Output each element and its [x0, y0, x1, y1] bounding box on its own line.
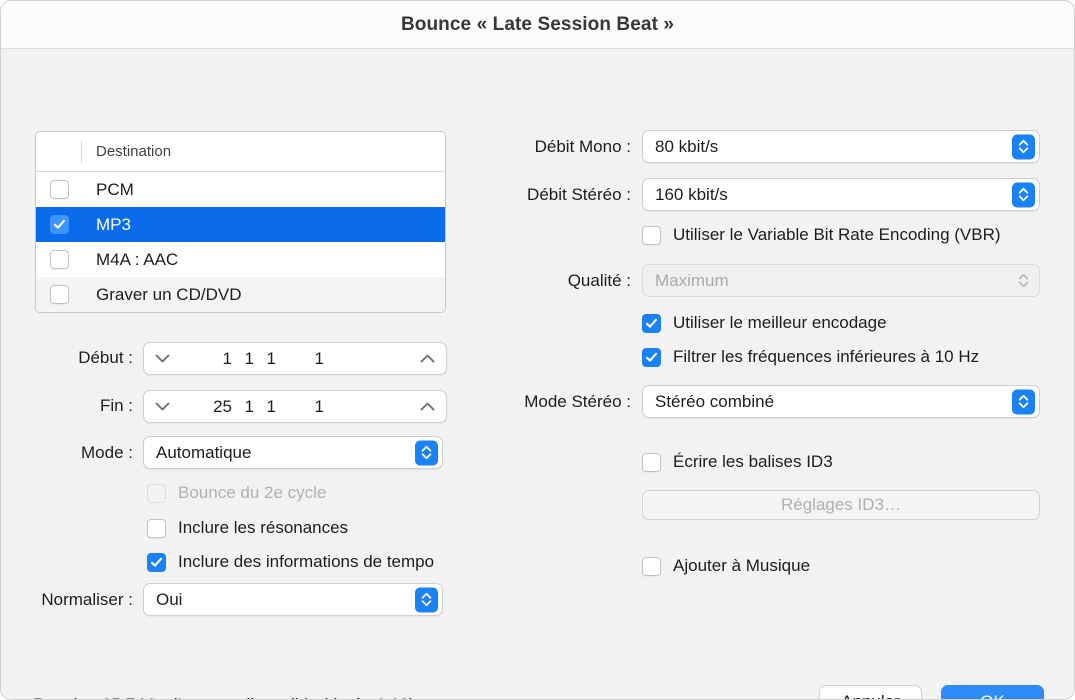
- vbr-checkbox-row[interactable]: Utiliser le Variable Bit Rate Encoding (…: [642, 225, 1001, 245]
- end-position-stepper[interactable]: 25 1 1 1: [143, 390, 447, 423]
- quality-select: Maximum: [642, 264, 1040, 297]
- destination-list[interactable]: Destination PCM MP3: [35, 131, 446, 313]
- bounce-dialog: Bounce « Late Session Beat » Destination…: [0, 0, 1075, 700]
- best-encoding-checkbox-row[interactable]: Utiliser le meilleur encodage: [642, 313, 887, 333]
- include-tails-label: Inclure les résonances: [178, 518, 348, 538]
- table-row[interactable]: Graver un CD/DVD: [36, 277, 445, 312]
- end-position-values: 25 1 1 1: [144, 397, 446, 417]
- checkmark-icon: [645, 317, 658, 330]
- chevron-down-icon[interactable]: [155, 398, 170, 416]
- chevron-updown-icon: [1012, 268, 1035, 293]
- destination-row-checkbox-cell[interactable]: [36, 285, 82, 304]
- stereo-bitrate-select[interactable]: 160 kbit/s: [642, 178, 1040, 211]
- start-tick: 1: [276, 349, 324, 369]
- start-bar: 1: [186, 349, 232, 369]
- checkbox-vbr[interactable]: [642, 226, 661, 245]
- checkbox-filter-frequencies[interactable]: [642, 348, 661, 367]
- filter-frequencies-checkbox-row[interactable]: Filtrer les fréquences inférieures à 10 …: [642, 347, 979, 367]
- checkmark-icon: [53, 218, 66, 231]
- destination-row-label: M4A : AAC: [82, 250, 178, 270]
- destination-column-header: Destination: [82, 143, 171, 160]
- second-cycle-label: Bounce du 2e cycle: [178, 483, 326, 503]
- checkbox-write-id3[interactable]: [642, 453, 661, 472]
- start-division: 1: [254, 349, 276, 369]
- chevron-down-icon[interactable]: [155, 350, 170, 368]
- ok-button[interactable]: OK: [941, 685, 1044, 700]
- checkmark-icon: [150, 556, 163, 569]
- quality-value: Maximum: [655, 271, 729, 291]
- stereo-bitrate-label: Débit Stéréo :: [471, 185, 631, 205]
- start-position-values: 1 1 1 1: [144, 349, 446, 369]
- checkmark-icon: [645, 351, 658, 364]
- end-position-label: Fin :: [53, 396, 133, 416]
- add-to-music-checkbox-row[interactable]: Ajouter à Musique: [642, 556, 810, 576]
- checkbox-include-tempo[interactable]: [147, 553, 166, 572]
- mode-label: Mode :: [45, 443, 133, 463]
- stereo-mode-select[interactable]: Stéréo combiné: [642, 385, 1040, 418]
- add-to-music-label: Ajouter à Musique: [673, 556, 810, 576]
- start-position-label: Début :: [53, 348, 133, 368]
- checkbox-second-cycle: [147, 484, 166, 503]
- destination-row-label: PCM: [82, 180, 134, 200]
- destination-row-checkbox-cell[interactable]: [36, 215, 82, 234]
- mode-select[interactable]: Automatique: [143, 436, 443, 469]
- table-row[interactable]: M4A : AAC: [36, 242, 445, 277]
- chevron-up-icon[interactable]: [420, 398, 435, 416]
- destination-row-checkbox-cell[interactable]: [36, 180, 82, 199]
- cancel-button[interactable]: Annuler: [819, 685, 922, 700]
- mono-bitrate-select[interactable]: 80 kbit/s: [642, 130, 1040, 163]
- table-row[interactable]: PCM: [36, 172, 445, 207]
- stereo-bitrate-value: 160 kbit/s: [655, 185, 728, 205]
- destination-row-label: MP3: [82, 215, 131, 235]
- second-cycle-checkbox-row[interactable]: Bounce du 2e cycle: [147, 483, 326, 503]
- chevron-updown-icon[interactable]: [1012, 389, 1035, 414]
- checkbox-add-to-music[interactable]: [642, 557, 661, 576]
- write-id3-label: Écrire les balises ID3: [673, 452, 833, 472]
- checkbox-include-tails[interactable]: [147, 519, 166, 538]
- checkbox-best-encoding[interactable]: [642, 314, 661, 333]
- titlebar: Bounce « Late Session Beat »: [1, 1, 1074, 49]
- destination-row-checkbox-cell[interactable]: [36, 250, 82, 269]
- chevron-updown-icon[interactable]: [415, 440, 438, 465]
- normalize-value: Oui: [156, 590, 182, 610]
- checkbox-burn-cd-dvd[interactable]: [50, 285, 69, 304]
- include-tails-checkbox-row[interactable]: Inclure les résonances: [147, 518, 348, 538]
- chevron-up-icon[interactable]: [420, 350, 435, 368]
- filter-frequencies-label: Filtrer les fréquences inférieures à 10 …: [673, 347, 979, 367]
- normalize-select[interactable]: Oui: [143, 583, 443, 616]
- normalize-label: Normaliser :: [21, 590, 133, 610]
- mono-bitrate-value: 80 kbit/s: [655, 137, 718, 157]
- include-tempo-checkbox-row[interactable]: Inclure des informations de tempo: [147, 552, 434, 572]
- chevron-updown-icon[interactable]: [415, 587, 438, 612]
- start-position-stepper[interactable]: 1 1 1 1: [143, 342, 447, 375]
- checkbox-m4a-aac[interactable]: [50, 250, 69, 269]
- page-title: Bounce « Late Session Beat »: [401, 14, 674, 36]
- id3-settings-button: Réglages ID3…: [642, 490, 1040, 520]
- end-division: 1: [254, 397, 276, 417]
- end-beat: 1: [232, 397, 254, 417]
- write-id3-checkbox-row[interactable]: Écrire les balises ID3: [642, 452, 833, 472]
- best-encoding-label: Utiliser le meilleur encodage: [673, 313, 887, 333]
- vbr-label: Utiliser le Variable Bit Rate Encoding (…: [673, 225, 1001, 245]
- chevron-updown-icon[interactable]: [1012, 182, 1035, 207]
- checkbox-column-header: [36, 141, 82, 163]
- dialog-body: Destination PCM MP3: [1, 49, 1074, 700]
- quality-label: Qualité :: [471, 271, 631, 291]
- start-beat: 1: [232, 349, 254, 369]
- destination-list-header: Destination: [36, 132, 445, 172]
- stereo-mode-value: Stéréo combiné: [655, 392, 774, 412]
- include-tempo-label: Inclure des informations de tempo: [178, 552, 434, 572]
- stereo-mode-label: Mode Stéréo :: [471, 392, 631, 412]
- destination-row-label: Graver un CD/DVD: [82, 285, 241, 305]
- checkbox-mp3[interactable]: [50, 215, 69, 234]
- end-tick: 1: [276, 397, 324, 417]
- mode-value: Automatique: [156, 443, 251, 463]
- disk-space-status: Requiert 25,7 Mo d’espace disponible (du…: [33, 695, 415, 700]
- end-bar: 25: [186, 397, 232, 417]
- checkbox-pcm[interactable]: [50, 180, 69, 199]
- mono-bitrate-label: Débit Mono :: [471, 137, 631, 157]
- chevron-updown-icon[interactable]: [1012, 134, 1035, 159]
- table-row[interactable]: MP3: [36, 207, 445, 242]
